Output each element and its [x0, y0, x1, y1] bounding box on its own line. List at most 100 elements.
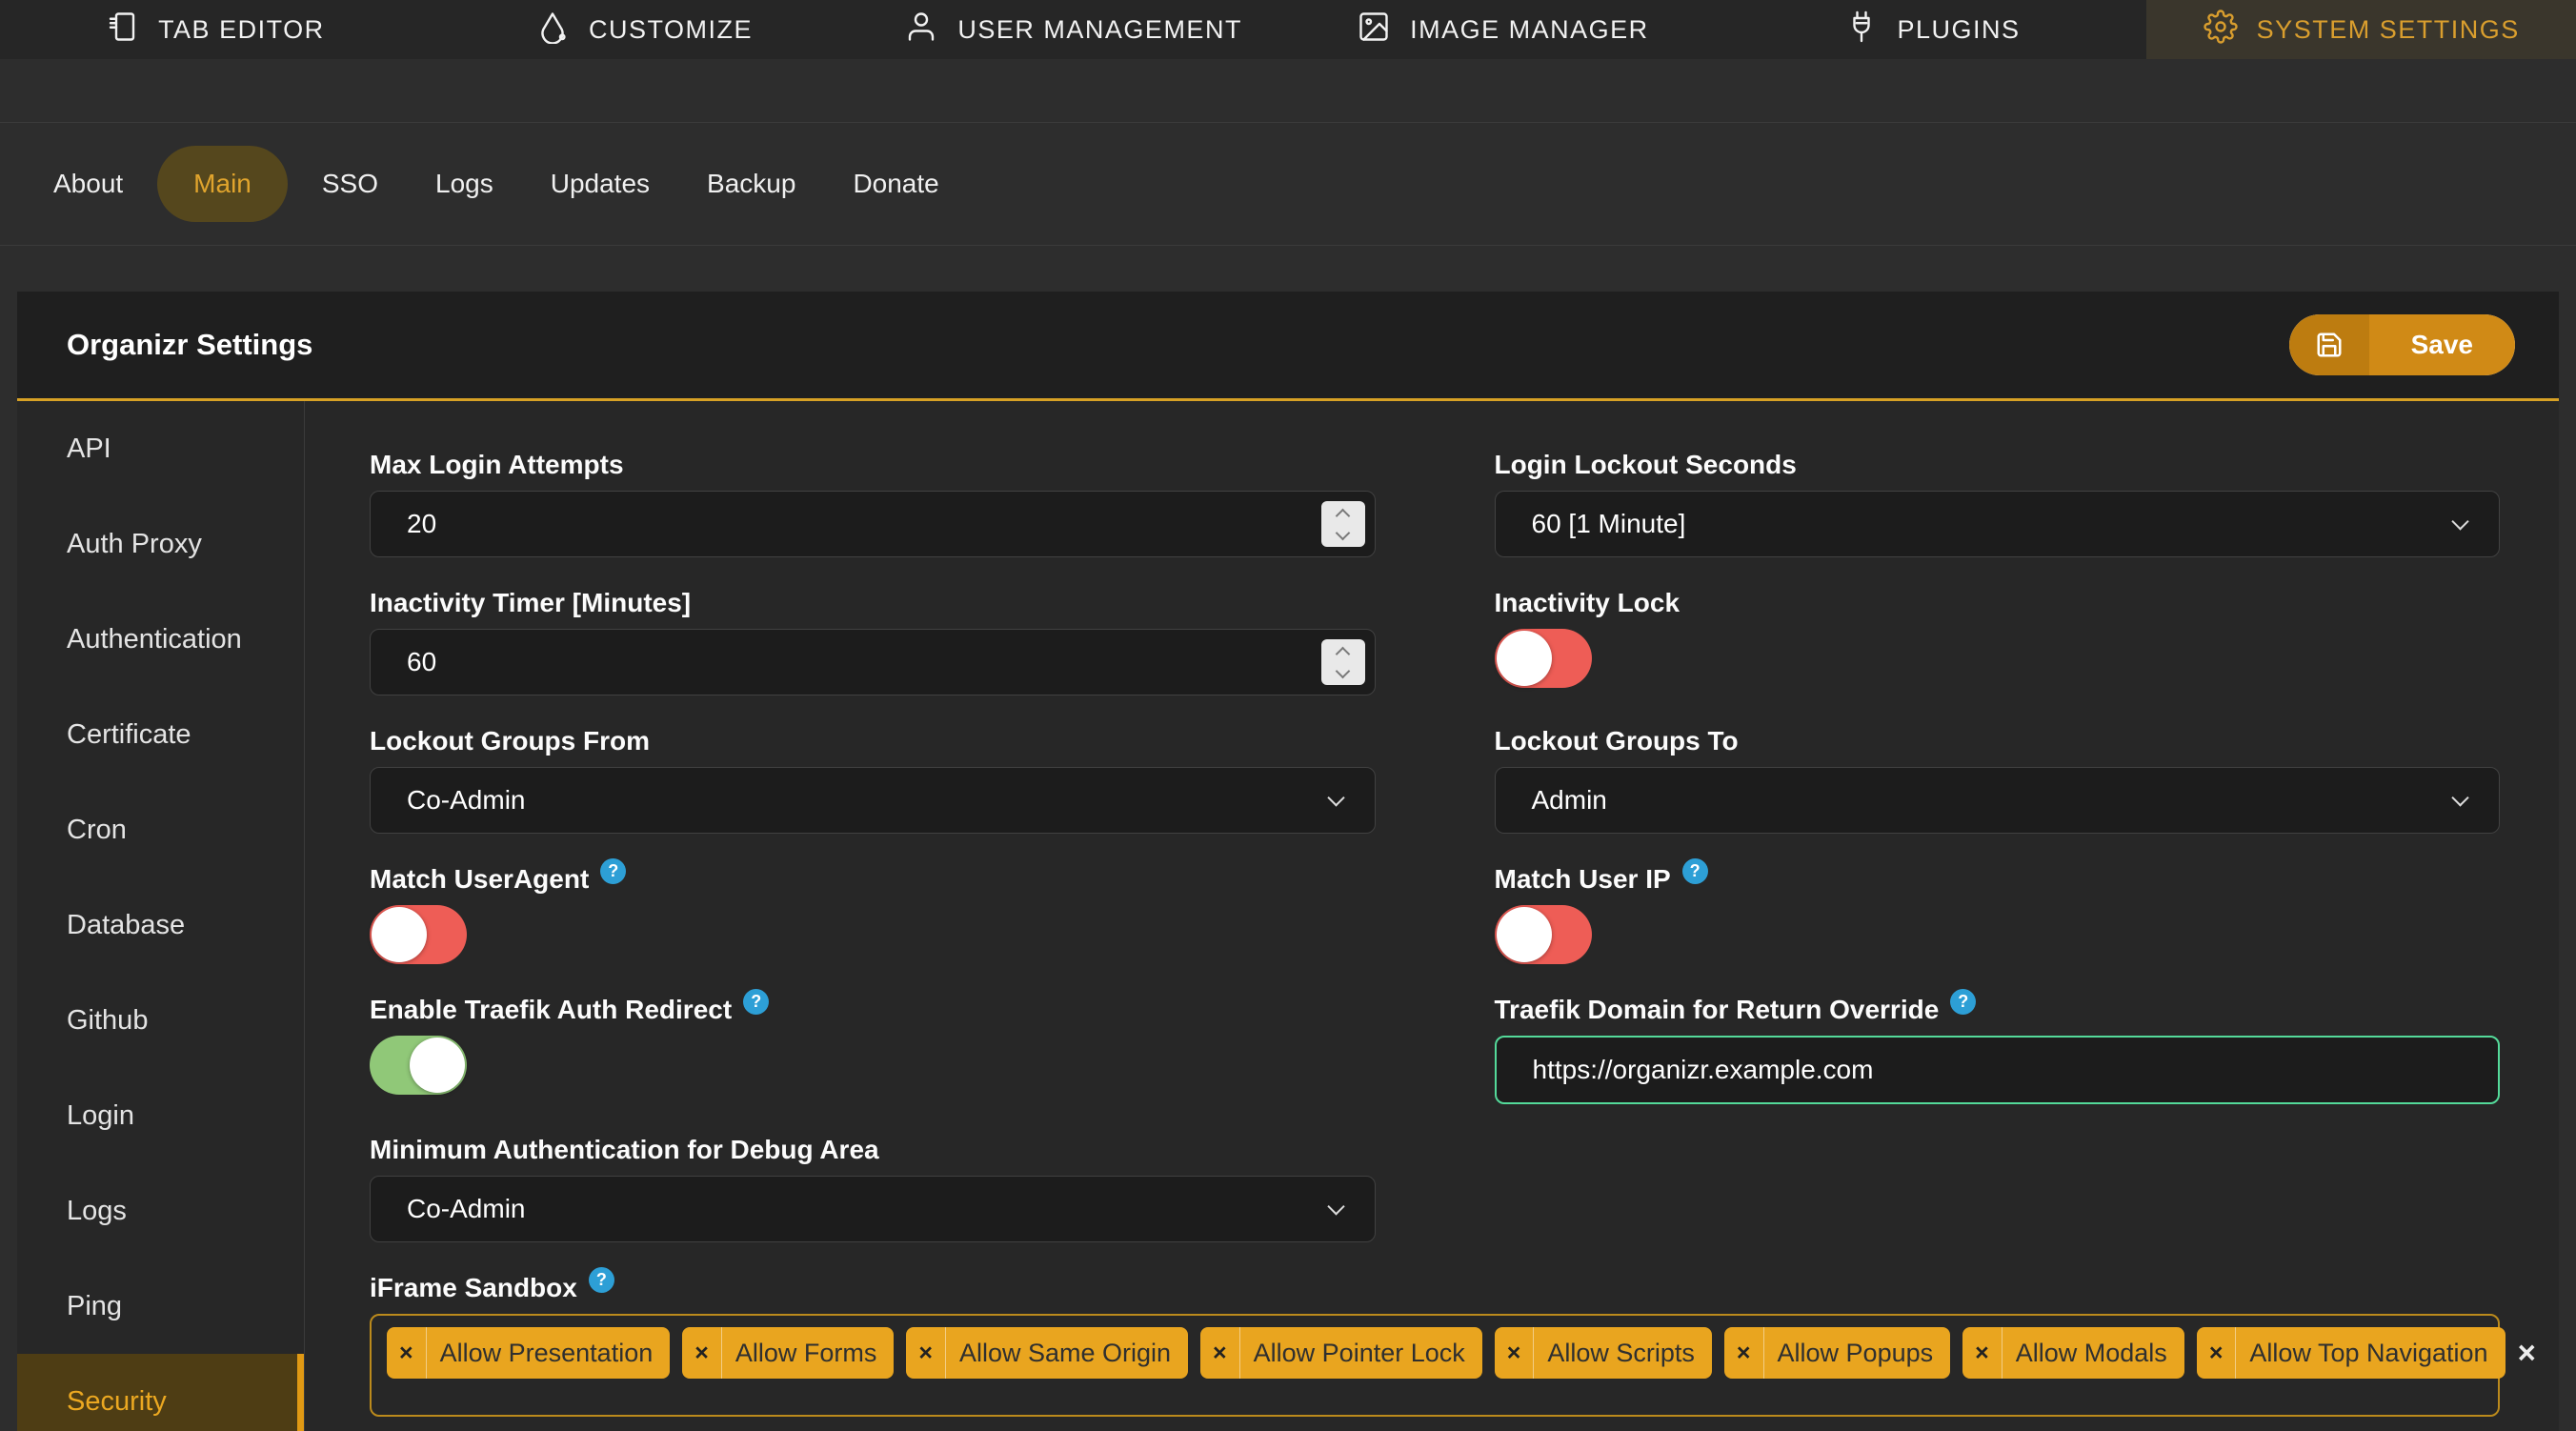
help-icon[interactable]: ?	[600, 857, 627, 884]
sidebar-item-github[interactable]: Github	[17, 973, 304, 1068]
sidebar-item-cron[interactable]: Cron	[17, 782, 304, 877]
field-label: Match User IP ?	[1494, 857, 2501, 896]
tag-label: Allow Modals	[2015, 1338, 2167, 1367]
login-lockout-seconds-select[interactable]: 60 [1 Minute]	[1494, 491, 2500, 557]
field-max-login-attempts: Max Login Attempts	[370, 449, 1376, 557]
sidebar-item-login[interactable]: Login	[17, 1068, 304, 1163]
field-label-text: Traefik Domain for Return Override	[1494, 995, 1940, 1024]
field-inactivity-lock: Inactivity Lock	[1494, 587, 2501, 695]
gear-icon	[2203, 9, 2238, 50]
min-auth-debug-select[interactable]: Co-Admin	[370, 1176, 1376, 1242]
sidebar-item-api[interactable]: API	[17, 401, 304, 496]
subnav-item-donate[interactable]: Donate	[824, 169, 967, 199]
field-label: Traefik Domain for Return Override ?	[1494, 988, 2501, 1026]
field-label-text: Match UserAgent	[370, 864, 590, 894]
security-settings-form: Max Login Attempts Login Lockout Seconds…	[305, 401, 2559, 1431]
chevron-down-icon	[2451, 513, 2469, 531]
remove-tag-icon[interactable]: ×	[1724, 1327, 1764, 1379]
settings-subnav: About Main SSO Logs Updates Backup Donat…	[0, 122, 2576, 246]
traefik-domain-input[interactable]	[1505, 1055, 2488, 1085]
iframe-sandbox-tags-input[interactable]: × Allow Presentation × Allow Forms × All…	[370, 1314, 2536, 1417]
subnav-item-logs[interactable]: Logs	[407, 169, 522, 199]
field-label-text: Match User IP	[1494, 864, 1671, 894]
page-title: Organizr Settings	[67, 328, 313, 361]
remove-tag-icon[interactable]: ×	[2197, 1327, 2237, 1379]
field-label: iFrame Sandbox ?	[370, 1266, 2500, 1304]
toggle-knob	[1496, 631, 1552, 686]
subnav-item-sso[interactable]: SSO	[293, 169, 407, 199]
sidebar-item-database[interactable]: Database	[17, 877, 304, 973]
remove-tag-icon[interactable]: ×	[1962, 1327, 2002, 1379]
help-icon[interactable]: ?	[588, 1266, 614, 1293]
max-login-attempts-input[interactable]	[380, 509, 1308, 539]
nav-label: SYSTEM SETTINGS	[2256, 14, 2520, 44]
nav-item-plugins[interactable]: PLUGINS	[1718, 0, 2147, 59]
field-lockout-groups-to: Lockout Groups To Admin	[1494, 725, 2500, 834]
number-spinner[interactable]	[1320, 639, 1365, 685]
inactivity-timer-inputbox	[370, 629, 1376, 695]
field-label: Inactivity Timer [Minutes]	[370, 588, 692, 617]
spinner-up-icon[interactable]	[1335, 646, 1351, 661]
toggle-knob	[410, 1038, 465, 1093]
nav-item-system-settings[interactable]: SYSTEM SETTINGS	[2146, 0, 2576, 59]
subnav-item-updates[interactable]: Updates	[522, 169, 678, 199]
sandbox-tag: × Allow Scripts	[1494, 1327, 1712, 1379]
tag-label: Allow Pointer Lock	[1253, 1338, 1465, 1367]
nav-item-tab-editor[interactable]: TAB EDITOR	[0, 0, 430, 59]
subnav-item-about[interactable]: About	[25, 169, 151, 199]
lockout-groups-to-select[interactable]: Admin	[1494, 767, 2500, 834]
plug-icon	[1844, 10, 1879, 50]
selected-value: 60 [1 Minute]	[1531, 509, 1686, 538]
subnav-item-backup[interactable]: Backup	[678, 169, 824, 199]
remove-tag-icon[interactable]: ×	[1495, 1327, 1535, 1379]
sidebar-item-authentication[interactable]: Authentication	[17, 592, 304, 687]
nav-item-customize[interactable]: CUSTOMIZE	[430, 0, 859, 59]
sandbox-tag: × Allow Forms	[682, 1327, 895, 1379]
field-label-text: Enable Traefik Auth Redirect	[370, 995, 733, 1024]
clear-all-tags-icon[interactable]: ×	[2518, 1327, 2547, 1379]
spinner-down-icon[interactable]	[1335, 663, 1351, 678]
inactivity-timer-input[interactable]	[380, 647, 1308, 677]
field-traefik-domain-override: Traefik Domain for Return Override ?	[1494, 988, 2501, 1104]
panel-body: API Auth Proxy Authentication Certificat…	[17, 401, 2559, 1431]
number-spinner[interactable]	[1320, 501, 1365, 547]
spinner-down-icon[interactable]	[1335, 525, 1351, 540]
sidebar-item-auth-proxy[interactable]: Auth Proxy	[17, 496, 304, 592]
ink-drop-icon	[535, 10, 570, 50]
floppy-icon	[2288, 314, 2369, 375]
help-icon[interactable]: ?	[743, 988, 770, 1015]
nav-item-image-manager[interactable]: IMAGE MANAGER	[1288, 0, 1718, 59]
top-navbar: TAB EDITOR CUSTOMIZE USER MANAGEMENT IMA…	[0, 0, 2576, 59]
remove-tag-icon[interactable]: ×	[1200, 1327, 1240, 1379]
remove-tag-icon[interactable]: ×	[906, 1327, 946, 1379]
enable-traefik-auth-redirect-toggle[interactable]	[370, 1036, 467, 1095]
help-icon[interactable]: ?	[1950, 988, 1977, 1015]
save-button[interactable]: Save	[2288, 314, 2515, 375]
field-label: Lockout Groups To	[1494, 726, 1739, 756]
lockout-groups-from-select[interactable]: Co-Admin	[370, 767, 1376, 834]
sidebar-item-security[interactable]: Security	[17, 1354, 304, 1431]
toggle-knob	[372, 907, 427, 962]
remove-tag-icon[interactable]: ×	[387, 1327, 427, 1379]
sidebar-item-logs[interactable]: Logs	[17, 1163, 304, 1259]
settings-panel: Organizr Settings Save API Auth Proxy Au…	[17, 292, 2559, 1431]
selected-value: Co-Admin	[407, 1194, 526, 1223]
selected-value: Admin	[1531, 785, 1607, 815]
subnav-item-main[interactable]: Main	[157, 146, 288, 222]
field-label-text: iFrame Sandbox	[370, 1273, 577, 1302]
sandbox-tag: × Allow Modals	[1962, 1327, 2184, 1379]
save-button-label: Save	[2368, 314, 2515, 375]
field-label: Max Login Attempts	[370, 450, 624, 479]
help-icon[interactable]: ?	[1681, 857, 1708, 884]
sidebar-item-certificate[interactable]: Certificate	[17, 687, 304, 782]
spinner-up-icon[interactable]	[1335, 508, 1351, 523]
panel-header: Organizr Settings Save	[17, 292, 2559, 401]
sandbox-tag: × Allow Popups	[1723, 1327, 1951, 1379]
field-lockout-groups-from: Lockout Groups From Co-Admin	[370, 725, 1376, 834]
nav-item-user-management[interactable]: USER MANAGEMENT	[858, 0, 1288, 59]
inactivity-lock-toggle[interactable]	[1494, 629, 1592, 688]
sidebar-item-ping[interactable]: Ping	[17, 1259, 304, 1354]
remove-tag-icon[interactable]: ×	[682, 1327, 722, 1379]
match-user-ip-toggle[interactable]	[1494, 905, 1592, 964]
match-useragent-toggle[interactable]	[370, 905, 467, 964]
